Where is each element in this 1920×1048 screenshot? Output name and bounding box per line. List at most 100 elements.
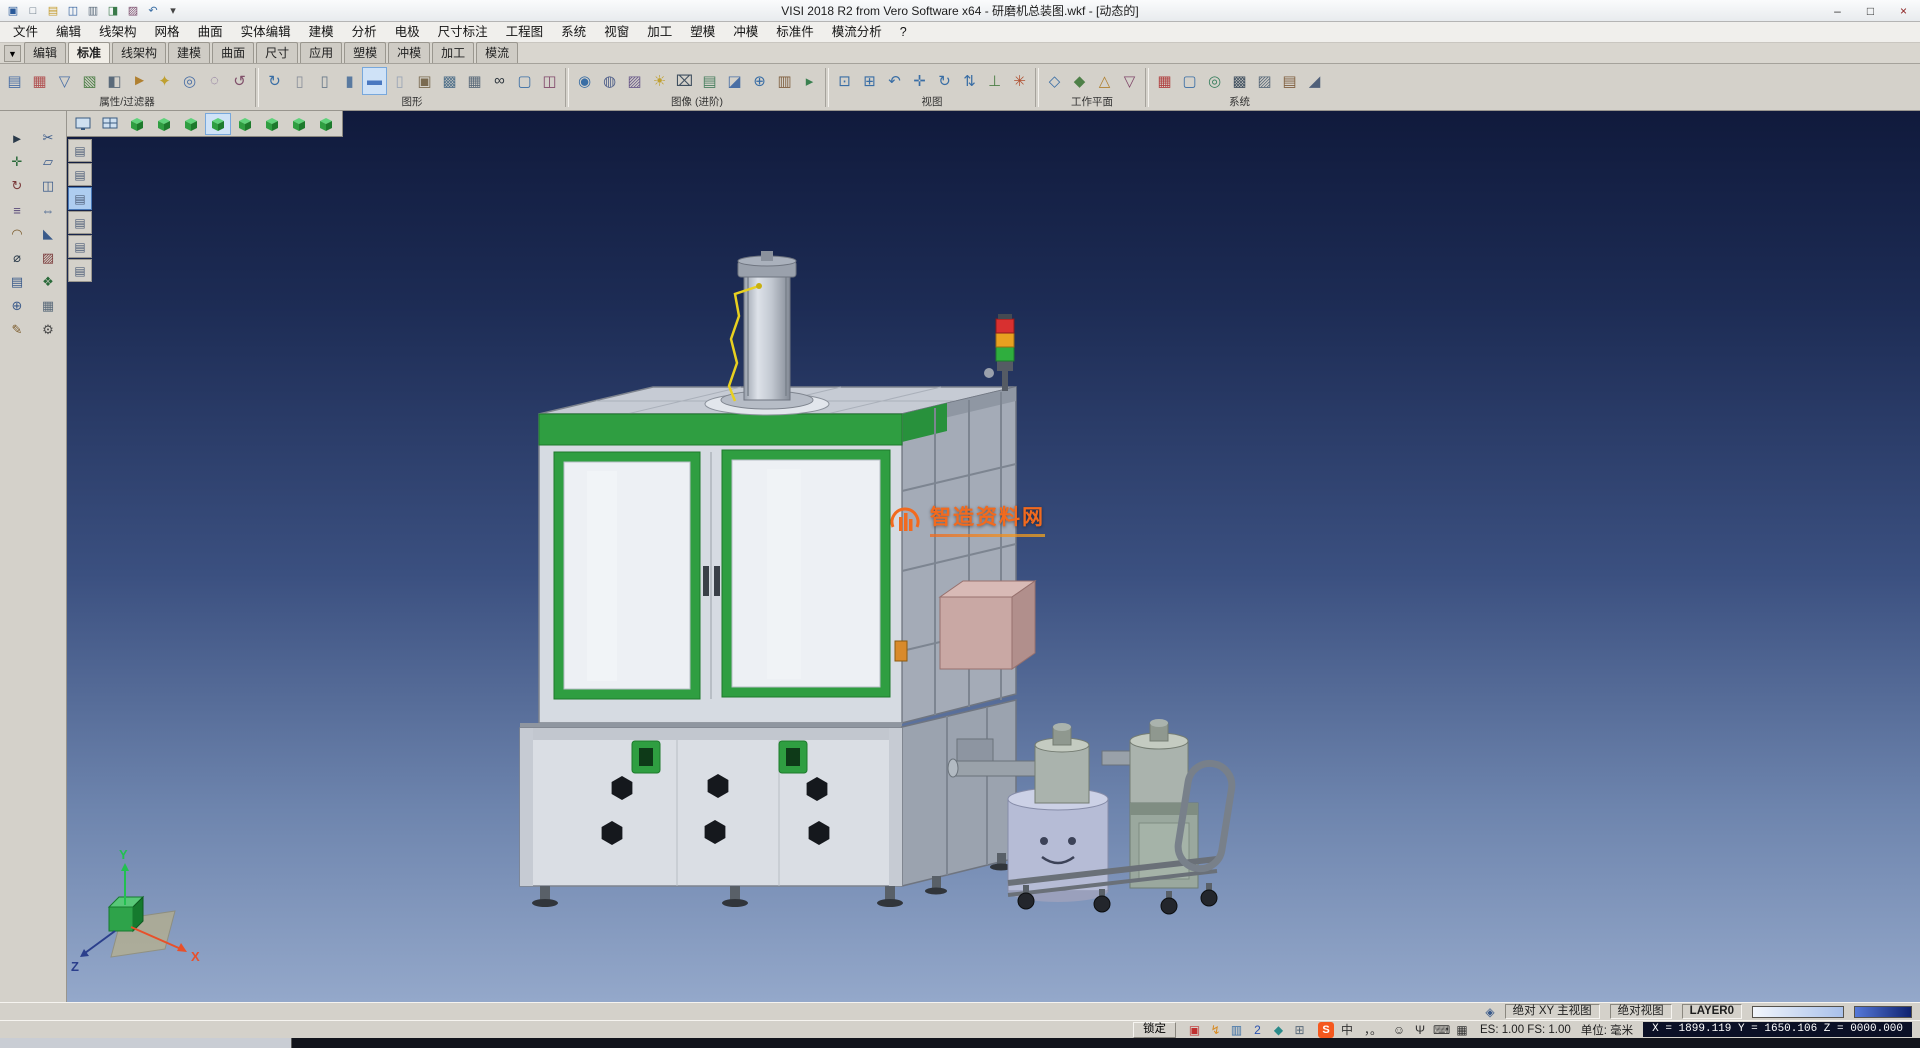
menu-item[interactable]: 曲面 — [189, 22, 232, 42]
menu-item[interactable]: 模流分析 — [823, 22, 891, 42]
mirror-tool-icon[interactable]: ◫ — [36, 175, 61, 197]
workplane-xy-icon[interactable]: ◇ — [1042, 67, 1067, 95]
ime-logo-icon[interactable]: S — [1318, 1022, 1334, 1038]
workplane-3points-icon[interactable]: △ — [1092, 67, 1117, 95]
pan-view-icon[interactable]: ✛ — [907, 67, 932, 95]
zoom-fit-icon[interactable]: ⊡ — [832, 67, 857, 95]
ribbon-tab[interactable]: 加工 — [432, 42, 474, 63]
compare-view-icon[interactable]: ◫ — [537, 67, 562, 95]
view-combo[interactable]: 绝对 XY 主视图 — [1505, 1004, 1600, 1019]
copy-tool-icon[interactable]: ▱ — [36, 151, 61, 173]
view-normal-icon[interactable]: ⊥ — [982, 67, 1007, 95]
view-cube-front-icon[interactable] — [178, 113, 204, 135]
menu-item[interactable]: 系统 — [552, 22, 595, 42]
eye-view-icon[interactable]: ◍ — [597, 67, 622, 95]
depth-scale-swatch[interactable] — [1854, 1006, 1912, 1018]
ribbon-tab[interactable]: 曲面 — [212, 42, 254, 63]
ribbon-tab[interactable]: 塑模 — [344, 42, 386, 63]
view-cube-back-icon[interactable] — [205, 113, 231, 135]
raster-icon[interactable]: ▨ — [1252, 67, 1277, 95]
tab-dropdown-icon[interactable]: ▼ — [4, 45, 21, 62]
zoom-window-icon[interactable]: ⊞ — [857, 67, 882, 95]
section-view-icon[interactable]: ◪ — [722, 67, 747, 95]
app-icon[interactable]: ▣ — [4, 2, 22, 19]
shadow-icon[interactable]: ▨ — [622, 67, 647, 95]
ime-keyboard-icon[interactable]: ⌨ — [1433, 1023, 1449, 1037]
plot-icon[interactable]: ▨ — [124, 2, 142, 19]
ribbon-tab[interactable]: 线架构 — [112, 42, 166, 63]
regenerate-icon[interactable]: ↻ — [262, 67, 287, 95]
save-icon[interactable]: ◫ — [64, 2, 82, 19]
multi-viewport-icon[interactable] — [97, 113, 123, 135]
wireframe-cylinder-icon[interactable]: ▯ — [287, 67, 312, 95]
ribbon-tab[interactable]: 尺寸 — [256, 42, 298, 63]
side-mounted-box[interactable] — [940, 581, 1035, 669]
menu-item[interactable]: 文件 — [4, 22, 47, 42]
light-source-icon[interactable]: ☀ — [647, 67, 672, 95]
close-button[interactable]: × — [1887, 0, 1920, 21]
menu-item[interactable]: 建模 — [300, 22, 343, 42]
open-file-icon[interactable]: ▤ — [44, 2, 62, 19]
ribbon-tab[interactable]: 建模 — [168, 42, 210, 63]
view-cube-left-icon[interactable] — [232, 113, 258, 135]
move-tool-icon[interactable]: ✛ — [5, 151, 30, 173]
shaded-cylinder-icon[interactable]: ▮ — [337, 67, 362, 95]
layer-filter-icon[interactable]: ▧ — [77, 67, 102, 95]
rotate-view-icon[interactable]: ↻ — [932, 67, 957, 95]
matrix-icon[interactable]: ▩ — [1227, 67, 1252, 95]
ribbon-tab[interactable]: 冲模 — [388, 42, 430, 63]
reset-filter-icon[interactable]: ↺ — [227, 67, 252, 95]
monitor-settings-icon[interactable]: ▢ — [1177, 67, 1202, 95]
background-image-icon[interactable]: ▤ — [697, 67, 722, 95]
magnify-icon[interactable]: ⊕ — [747, 67, 772, 95]
customize-arrow-icon[interactable]: ▾ — [164, 2, 182, 19]
gem-tray-icon[interactable]: ◆ — [1270, 1023, 1287, 1037]
highlight-icon[interactable]: ✦ — [152, 67, 177, 95]
quick-select-icon[interactable]: ► — [127, 67, 152, 95]
clipboard-tool-icon[interactable]: ▤ — [68, 163, 92, 186]
color-table-icon[interactable]: ▦ — [1152, 67, 1177, 95]
clipboard-tool-icon[interactable]: ▤ — [68, 187, 92, 210]
camera-icon[interactable]: ⌧ — [672, 67, 697, 95]
material-box-icon[interactable]: ▩ — [437, 67, 462, 95]
ribbon-tab[interactable]: 编辑 — [24, 42, 66, 63]
active-layer-indicator[interactable]: LAYER0 — [1682, 1004, 1742, 1019]
select-tool-icon[interactable]: ► — [5, 127, 30, 149]
menu-item[interactable]: 工程图 — [497, 22, 553, 42]
workplane-view-icon[interactable]: ▽ — [1117, 67, 1142, 95]
view-cube-axonometric-icon[interactable] — [313, 113, 339, 135]
group-tool-icon[interactable]: ❖ — [36, 271, 61, 293]
menu-item[interactable]: 冲模 — [724, 22, 767, 42]
environment-icon[interactable]: ◎ — [1202, 67, 1227, 95]
menu-item[interactable]: 标准件 — [767, 22, 823, 42]
color-scale-swatch[interactable] — [1752, 1006, 1844, 1018]
taskbar-window-preview[interactable] — [0, 1038, 292, 1048]
hatch-pattern-icon[interactable]: ▤ — [1277, 67, 1302, 95]
view-cube-top-icon[interactable] — [151, 113, 177, 135]
ime-toolbox-icon[interactable]: ▦ — [1454, 1023, 1470, 1037]
screen-capture-icon[interactable]: ▢ — [512, 67, 537, 95]
clipboard-tool-icon[interactable]: ▤ — [68, 235, 92, 258]
isolate-icon[interactable]: ◎ — [177, 67, 202, 95]
menu-item[interactable]: 加工 — [638, 22, 681, 42]
menu-item[interactable]: 尺寸标注 — [429, 22, 497, 42]
ribbon-tab[interactable]: 标准 — [68, 42, 110, 63]
dynamic-view-icon[interactable]: ⇅ — [957, 67, 982, 95]
fillet-tool-icon[interactable]: ◠ — [5, 223, 30, 245]
edge-display-icon[interactable]: ▦ — [462, 67, 487, 95]
view-cube-bottom-icon[interactable] — [286, 113, 312, 135]
menu-item[interactable]: ? — [891, 22, 916, 42]
trim-tool-icon[interactable]: ✂ — [36, 127, 61, 149]
view-cube-iso-icon[interactable] — [124, 113, 150, 135]
menu-item[interactable]: 塑模 — [681, 22, 724, 42]
lock-button[interactable]: 锁定 — [1133, 1022, 1176, 1038]
clipboard-tool-icon[interactable]: ▤ — [68, 259, 92, 282]
menu-item[interactable]: 线架构 — [90, 22, 146, 42]
clipboard-tool-icon[interactable]: ▤ — [68, 211, 92, 234]
snap-tool-icon[interactable]: ⊕ — [5, 295, 30, 317]
viewport-layout-icon[interactable] — [70, 113, 96, 135]
attributes-icon[interactable]: ▤ — [2, 67, 27, 95]
signal-tower[interactable] — [984, 314, 1014, 391]
print-icon[interactable]: ▥ — [84, 2, 102, 19]
ime-language-toggle[interactable]: 中 — [1339, 1021, 1355, 1038]
